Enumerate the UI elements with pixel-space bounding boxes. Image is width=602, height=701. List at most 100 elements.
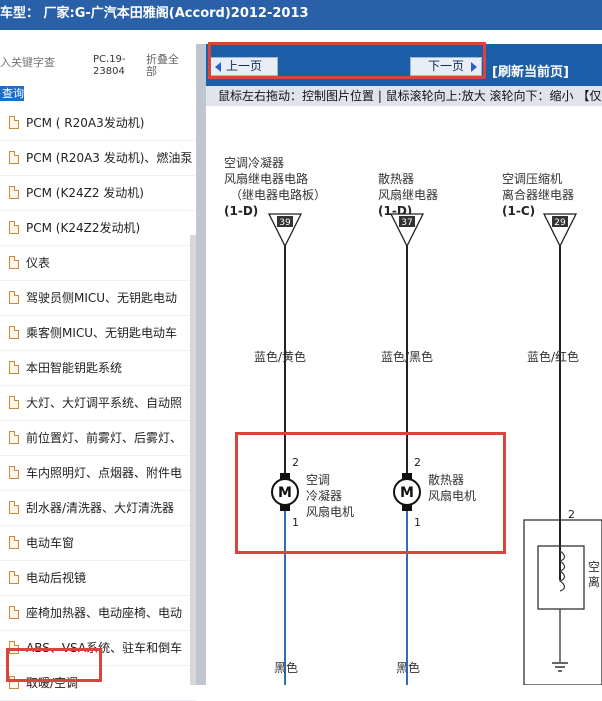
relay1-wire-color: 蓝色/黄色	[254, 350, 306, 364]
relay1-title-line1: 空调冷凝器	[224, 155, 284, 170]
next-page-label: 下一页	[427, 59, 464, 73]
query-button[interactable]: 查询	[0, 86, 24, 101]
list-item-label: 乘客侧MICU、无钥匙电动车	[26, 326, 178, 340]
document-icon	[9, 291, 19, 304]
motor1-symbol: M	[278, 485, 292, 501]
clutch-label-line2: 离	[588, 574, 600, 589]
list-item-label: 前位置灯、前雾灯、后雾灯、	[26, 431, 183, 445]
list-item[interactable]: 前位置灯、前雾灯、后雾灯、	[0, 421, 196, 456]
motor1-wire-color: 黑色	[274, 661, 298, 675]
list-item[interactable]: 车内照明灯、点烟器、附件电	[0, 456, 196, 491]
motor2-pin-bottom: 1	[414, 516, 421, 529]
document-icon	[9, 571, 19, 584]
document-icon	[9, 186, 19, 199]
list-item[interactable]: PCM ( R20A3发动机)	[0, 106, 196, 141]
list-item[interactable]: 座椅加热器、电动座椅、电动	[0, 596, 196, 631]
relay1-code: (1-D)	[224, 204, 258, 218]
list-item[interactable]: PCM (R20A3 发动机)、燃油泵	[0, 141, 196, 176]
motor2-symbol: M	[400, 485, 414, 501]
left-panel: 查询 PC.19-23804 折叠全部 PCM ( R20A3发动机)PCM (…	[0, 30, 204, 701]
motor1-label-line2: 冷凝器	[306, 488, 342, 503]
document-icon	[9, 641, 19, 654]
window-title: 车型： 厂家:G-广汽本田雅阁(Accord)2012-2013	[0, 6, 309, 21]
list-item[interactable]: 取暖/空调	[0, 666, 196, 701]
list-item[interactable]: 电动车窗	[0, 526, 196, 561]
list-item-label: 取暖/空调	[26, 676, 79, 690]
list-item-label: 大灯、大灯调平系统、自动照	[26, 396, 183, 410]
relay3-title-line2: 离合器继电器	[502, 187, 574, 202]
document-icon	[9, 431, 19, 444]
list-item[interactable]: 乘客侧MICU、无钥匙电动车	[0, 316, 196, 351]
list-item[interactable]: ABS、VSA系统、驻车和倒车	[0, 631, 196, 666]
list-item-label: ABS、VSA系统、驻车和倒车	[26, 641, 183, 655]
arrow-left-icon	[215, 62, 221, 72]
relay2-title-line1: 散热器	[378, 171, 414, 186]
document-icon	[9, 606, 19, 619]
relay3-code: (1-C)	[502, 204, 535, 218]
wiring-diagram[interactable]: 空调冷凝器 风扇继电器电路 （继电器电路板） (1-D) 39 蓝色/黄色 2 …	[206, 106, 602, 685]
relay2-title-line2: 风扇继电器	[378, 187, 438, 202]
clutch-label-line1: 空	[588, 560, 600, 574]
clutch-housing	[523, 519, 602, 685]
document-icon	[9, 151, 19, 164]
title-bar: 车型： 厂家:G-广汽本田雅阁(Accord)2012-2013	[0, 0, 602, 30]
list-item-label: 座椅加热器、电动座椅、电动	[26, 606, 183, 620]
list-item-label: 电动后视镜	[26, 571, 87, 585]
relay2-pin: 37	[401, 218, 412, 228]
list-item-label: 电动车窗	[26, 536, 75, 550]
list-item-label: 仪表	[26, 256, 51, 270]
list-item[interactable]: PCM (K24Z2 发动机)	[0, 176, 196, 211]
relay1-title-line3: （继电器电路板）	[230, 187, 326, 202]
document-icon	[9, 326, 19, 339]
list-item[interactable]: 电动后视镜	[0, 561, 196, 596]
list-item-label: PCM (K24Z2发动机)	[26, 221, 141, 235]
relay1-pin: 39	[279, 218, 291, 228]
motor2-label-line2: 风扇电机	[428, 488, 476, 503]
list-item-label: 驾驶员侧MICU、无钥匙电动	[26, 291, 178, 305]
nav-bar: 上一页 下一页 [刷新当前页]	[206, 44, 602, 86]
list-item[interactable]: 驾驶员侧MICU、无钥匙电动	[0, 281, 196, 316]
list-item-label: PCM ( R20A3发动机)	[26, 116, 145, 130]
motor2-label-line1: 散热器	[428, 472, 464, 487]
motor1-label-line3: 风扇电机	[306, 504, 354, 519]
list-item[interactable]: 仪表	[0, 246, 196, 281]
prev-page-label: 上一页	[225, 59, 262, 73]
search-input[interactable]	[0, 56, 64, 69]
list-item-label: PCM (R20A3 发动机)、燃油泵	[26, 151, 193, 165]
motor2-pin-top: 2	[414, 456, 421, 469]
relay3-title-line1: 空调压缩机	[502, 171, 562, 186]
prev-page-button[interactable]: 上一页	[210, 57, 278, 76]
document-icon	[9, 361, 19, 374]
list-item-label: 刮水器/清洗器、大灯清洗器	[26, 501, 175, 515]
list-item[interactable]: 大灯、大灯调平系统、自动照	[0, 386, 196, 421]
hint-text: 鼠标左右拖动：控制图片位置 | 鼠标滚轮向上:放大 滚轮向下：缩小 【仅	[218, 89, 602, 103]
motor2-wire-color: 黑色	[396, 661, 420, 675]
motor1-pin-bottom: 1	[292, 516, 299, 529]
arrow-right-icon	[471, 62, 477, 72]
fold-all-button[interactable]: 折叠全部	[146, 54, 184, 78]
panel-divider[interactable]	[196, 44, 206, 685]
relay3-wire-color: 蓝色/红色	[527, 349, 579, 364]
pc-code: PC.19-23804	[93, 54, 126, 77]
motor1-pin-top: 2	[292, 456, 299, 469]
list-item[interactable]: 刮水器/清洗器、大灯清洗器	[0, 491, 196, 526]
next-page-button[interactable]: 下一页	[410, 57, 482, 76]
motor1-brush-bottom	[280, 505, 290, 511]
relay3-pin: 29	[554, 218, 566, 228]
relay2-wire-color: 蓝色/黑色	[381, 350, 433, 364]
diagram-panel: 上一页 下一页 [刷新当前页] 鼠标左右拖动：控制图片位置 | 鼠标滚轮向上:放…	[206, 44, 602, 685]
document-icon	[9, 536, 19, 549]
document-icon	[9, 256, 19, 269]
motor2-brush-bottom	[402, 505, 412, 511]
list-item[interactable]: PCM (K24Z2发动机)	[0, 211, 196, 246]
list-item-label: 本田智能钥匙系统	[26, 361, 123, 375]
document-icon	[9, 466, 19, 479]
list-item[interactable]: 本田智能钥匙系统	[0, 351, 196, 386]
list-item-label: 车内照明灯、点烟器、附件电	[26, 466, 183, 480]
list-item-label: PCM (K24Z2 发动机)	[26, 186, 144, 200]
document-icon	[9, 221, 19, 234]
circuit-list: PCM ( R20A3发动机) PCM (R20A3 发动机)、燃油泵 PCM (K…	[0, 106, 196, 701]
refresh-page-link[interactable]: [刷新当前页]	[492, 61, 569, 80]
document-icon	[9, 501, 19, 514]
hint-bar: 鼠标左右拖动：控制图片位置 | 鼠标滚轮向上:放大 滚轮向下：缩小 【仅	[206, 86, 602, 106]
